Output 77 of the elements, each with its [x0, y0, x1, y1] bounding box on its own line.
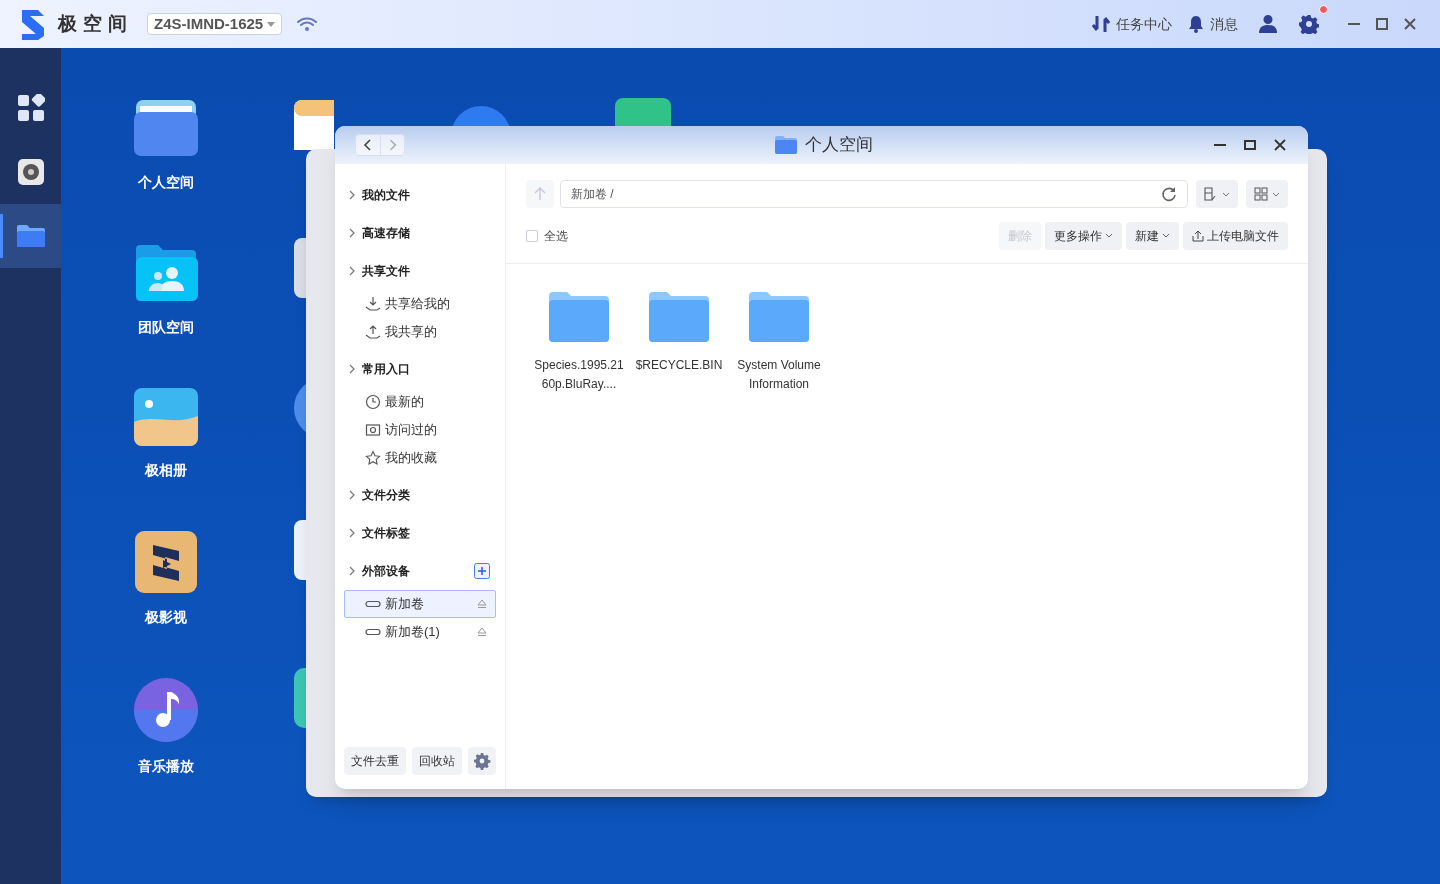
caret-icon [1105, 232, 1113, 239]
close-button[interactable] [1272, 137, 1288, 153]
sidebar-item[interactable]: 我共享的 [344, 318, 496, 346]
chevron-icon[interactable] [348, 190, 356, 200]
caret-icon [267, 21, 276, 27]
close-button[interactable] [1402, 16, 1418, 32]
desktop-icon-label[interactable]: 极相册 [145, 460, 187, 481]
select-all-label[interactable]: 全选 [544, 226, 568, 245]
sidebar-button[interactable]: 回收站 [412, 747, 462, 775]
apps-icon [16, 94, 45, 122]
sidebar-section[interactable]: 我的文件 [362, 186, 410, 204]
sidebar-item[interactable]: 访问过的 [344, 416, 496, 444]
device-selector[interactable]: Z4S-IMND-1625 [147, 13, 283, 35]
chevron-icon[interactable] [348, 490, 356, 500]
maximize-button[interactable] [1242, 137, 1258, 153]
add-button[interactable] [474, 563, 490, 579]
action-button[interactable]: 更多操作 [1045, 221, 1122, 250]
chevron-icon[interactable] [348, 228, 356, 238]
folder-icon [775, 136, 797, 154]
sidebar-section[interactable]: 外部设备 [362, 562, 410, 580]
bell-icon [1188, 15, 1204, 33]
desktop-icon-label[interactable]: 音乐播放 [138, 756, 194, 777]
sort-button[interactable] [1196, 180, 1238, 208]
eject-button[interactable] [477, 599, 487, 609]
refresh-icon[interactable] [1161, 186, 1177, 202]
user-icon[interactable] [1258, 14, 1278, 34]
sidebar-item[interactable]: 我的收藏 [344, 444, 496, 472]
sidebar-section[interactable]: 文件标签 [362, 524, 410, 542]
transfer-icon [1092, 15, 1110, 33]
folder-icon[interactable] [134, 98, 198, 158]
sidebar-item[interactable]: 最新的 [344, 388, 496, 416]
chevron-icon[interactable] [348, 566, 356, 576]
sidebar-item[interactable]: 新加卷 [344, 590, 496, 618]
sidebar-section[interactable]: 共享文件 [362, 262, 410, 280]
sidebar-item[interactable]: 新加卷(1) [344, 618, 496, 646]
film-icon[interactable] [135, 531, 197, 593]
app-name: 极空间 [58, 11, 133, 36]
team-folder-icon[interactable] [134, 243, 198, 303]
chevron-icon[interactable] [348, 364, 356, 374]
file-name[interactable]: System Volume Information [734, 356, 824, 394]
sidebar-section[interactable]: 文件分类 [362, 486, 410, 504]
app-icon[interactable] [294, 238, 306, 298]
window-title: 个人空间 [805, 134, 873, 157]
file-name[interactable]: $RECYCLE.BIN [634, 356, 724, 375]
desktop-icon-label[interactable]: 个人空间 [138, 172, 194, 193]
sidebar-section[interactable]: 常用入口 [362, 360, 410, 378]
app-icon[interactable] [294, 668, 306, 728]
desktop-icon-label[interactable]: 极影视 [145, 607, 187, 628]
checkbox[interactable] [526, 229, 538, 242]
path-field[interactable]: 新加卷 / [560, 180, 1188, 208]
share-out-icon [365, 324, 381, 340]
file-name[interactable]: Species.1995.2160p.BluRay.... [534, 356, 624, 394]
eye-icon [365, 422, 381, 438]
action-button[interactable]: 新建 [1126, 221, 1179, 250]
messages-button[interactable]: 消息 [1188, 13, 1238, 35]
sidebar-section[interactable]: 高速存储 [362, 224, 410, 242]
settings-button[interactable] [1298, 13, 1320, 35]
star-icon [365, 450, 381, 466]
desktop-icon-label[interactable]: 团队空间 [138, 317, 194, 338]
wifi-icon [296, 16, 319, 32]
view-mode-button[interactable] [1246, 180, 1288, 208]
eject-button[interactable] [477, 627, 487, 637]
chevron-icon[interactable] [348, 266, 356, 276]
sidebar-button[interactable]: 文件去重 [344, 747, 406, 775]
folder-icon [15, 224, 46, 248]
sidebar-item[interactable]: 共享给我的 [344, 290, 496, 318]
app-icon[interactable] [294, 520, 306, 580]
task-center-button[interactable]: 任务中心 [1092, 13, 1172, 35]
music-note-icon[interactable] [134, 678, 198, 742]
upload-icon [1192, 229, 1204, 242]
action-button[interactable]: 上传电脑文件 [1183, 221, 1288, 250]
caret-icon [1162, 232, 1170, 239]
settings-button[interactable] [468, 747, 496, 775]
clock-icon [365, 394, 381, 410]
maximize-button[interactable] [1374, 16, 1390, 32]
chevron-icon[interactable] [348, 528, 356, 538]
share-in-icon [365, 296, 381, 312]
